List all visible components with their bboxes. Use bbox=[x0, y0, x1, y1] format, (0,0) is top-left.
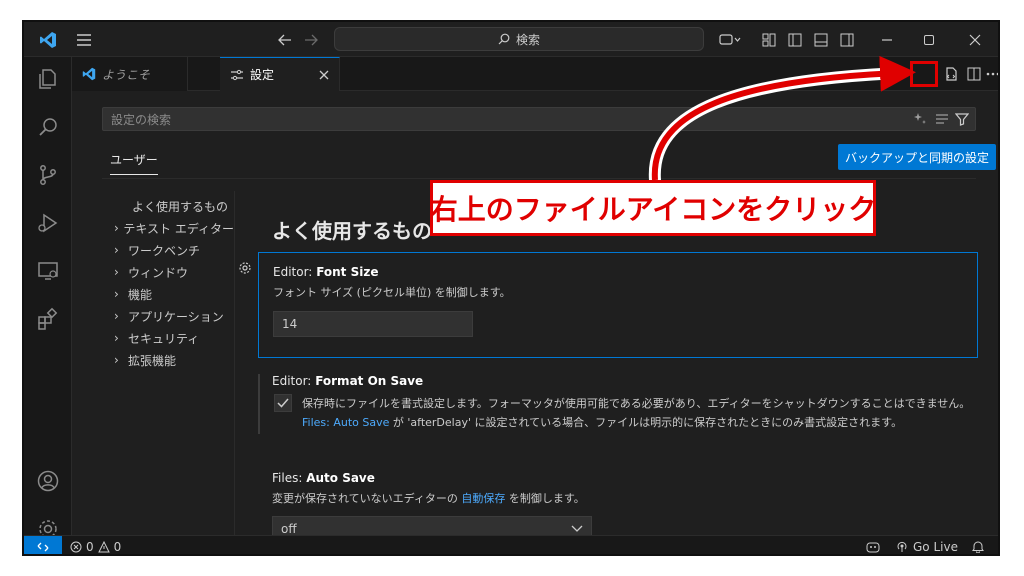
annotation-arrow bbox=[648, 55, 916, 186]
annotation-highlight-box bbox=[910, 61, 938, 87]
annotation-callout: 右上のファイルアイコンをクリック bbox=[430, 180, 876, 236]
callout-text: 右上のファイルアイコンをクリック bbox=[429, 193, 877, 226]
